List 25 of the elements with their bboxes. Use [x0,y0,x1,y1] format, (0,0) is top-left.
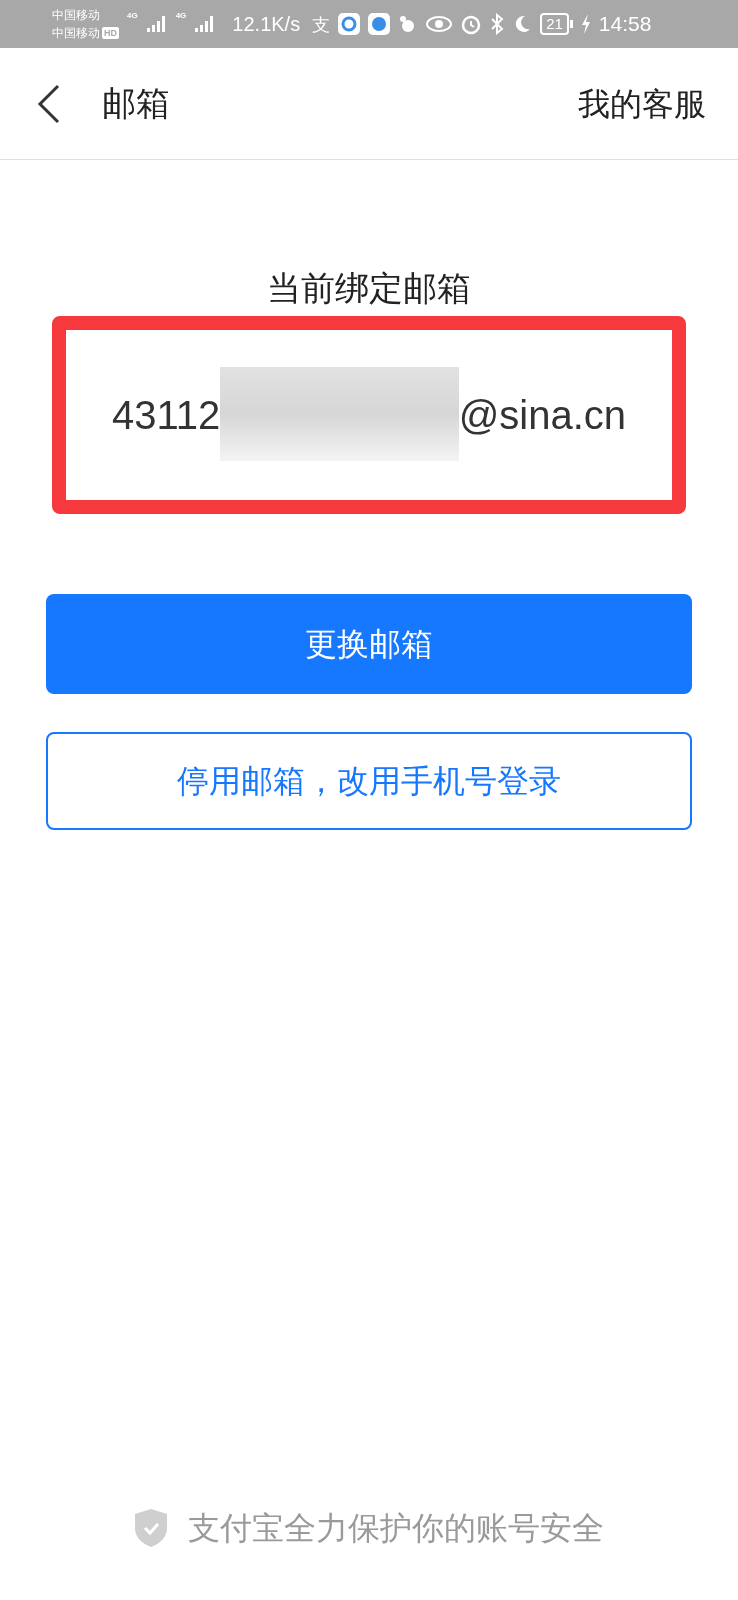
carrier-label: 中国移动 [52,7,101,24]
carrier-label: 中国移动 [52,25,100,42]
customer-service-link[interactable]: 我的客服 [578,79,706,128]
disable-email-button[interactable]: 停用邮箱，改用手机号登录 [46,732,692,830]
email-text: @sina.cn [458,392,626,439]
section-label: 当前绑定邮箱 [267,268,471,309]
network-label: 4G [175,10,187,22]
page-title: 邮箱 [102,83,170,124]
change-email-button[interactable]: 更换邮箱 [46,594,692,694]
hd-badge: HD [102,27,119,39]
security-notice: 支付宝全力保护你的账号安全 [188,1509,604,1548]
signal-icon [145,15,168,33]
alipay-icon: 支 [312,10,331,38]
email-text: 43112 [112,392,221,439]
charging-icon [580,14,591,34]
battery-icon: 21 [540,13,569,35]
alarm-icon [460,13,483,35]
clock: 14:58 [598,11,652,38]
network-label: 4G [127,10,138,22]
app-icon [338,13,361,35]
shield-icon [134,1508,168,1548]
eye-icon [426,15,453,33]
bluetooth-icon [490,13,505,35]
speed-label: 12.1K/s [232,12,301,37]
back-icon [36,83,60,124]
